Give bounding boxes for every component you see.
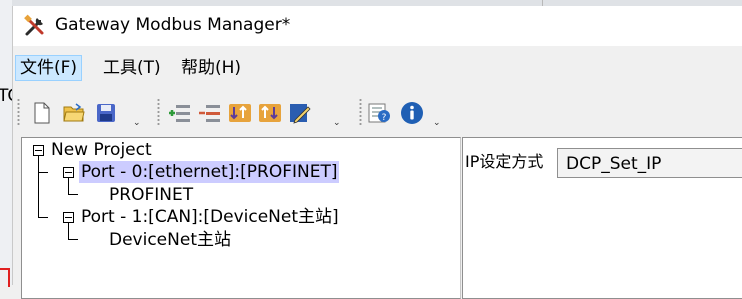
menu-tools[interactable]: 工具(T) [99,55,165,81]
edit-button[interactable] [287,100,313,126]
tree-connector [38,217,48,218]
menu-bar: 文件(F) 工具(T) 帮助(H) [13,55,742,83]
window-title: Gateway Modbus Manager* [55,15,291,35]
export-button[interactable] [257,100,283,126]
remove-port-icon [199,105,220,122]
about-button[interactable] [399,100,425,126]
tree-connector [68,178,69,195]
ip-mode-field[interactable]: DCP_Set_IP [557,148,742,178]
tree-item-port-1[interactable]: Port - 1:[CAN]:[DeviceNet主站] [81,206,339,228]
tree-item-project[interactable]: New Project [51,139,152,161]
import-icon [229,104,251,122]
help-icon: ? [368,103,390,123]
menu-help[interactable]: 帮助(H) [177,55,245,81]
toolbar-grip[interactable] [157,98,160,126]
tree-item-profinet[interactable]: PROFINET [109,184,193,206]
collapse-toggle-port-0[interactable] [63,167,74,178]
save-icon [97,104,115,122]
svg-text:?: ? [382,113,387,123]
toolbar-overflow-chevron[interactable]: ⌄ [333,118,341,128]
properties-pane: IP设定方式 DCP_Set_IP [462,137,742,299]
new-file-icon [34,102,50,124]
toolbar-grip[interactable] [17,98,20,126]
tree-connector [38,172,48,173]
toolbar-overflow-chevron[interactable]: ⌄ [133,118,141,128]
tree-connector [68,223,69,240]
main-window: Gateway Modbus Manager* 文件(F) 工具(T) 帮助(H… [12,6,742,299]
export-icon [259,104,281,122]
tree-item-devicenet-master[interactable]: DeviceNet主站 [109,229,231,251]
remove-port-button[interactable] [197,100,223,126]
add-port-icon [169,105,190,122]
add-port-button[interactable] [167,100,193,126]
edit-icon [290,104,311,124]
ip-mode-label: IP设定方式 [465,152,544,171]
title-bar[interactable]: Gateway Modbus Manager* [13,6,742,46]
open-file-button[interactable] [61,100,87,126]
tree-connector [68,239,78,240]
open-folder-icon [63,103,85,122]
background-red-marker [0,268,10,287]
help-toolbar: ? ⌄ [357,92,449,134]
app-tools-icon [24,14,44,36]
info-icon [401,102,423,124]
context-help-button[interactable]: ? [367,100,393,126]
collapse-toggle-port-1[interactable] [63,212,74,223]
file-toolbar: ⌄ [15,92,149,134]
toolbar-grip[interactable] [359,98,362,126]
project-tree-pane[interactable]: New Project Port - 0:[ethernet]:[PROFINE… [21,137,461,299]
new-file-button[interactable] [29,100,55,126]
save-button[interactable] [93,100,119,126]
menu-file[interactable]: 文件(F) [15,55,83,81]
import-button[interactable] [227,100,253,126]
toolbar-overflow-chevron[interactable]: ⌄ [433,118,441,128]
edit-toolbar: ⌄ [155,92,351,134]
tree-item-port-0[interactable]: Port - 0:[ethernet]:[PROFINET] [79,161,340,183]
collapse-toggle-root[interactable] [33,145,44,156]
tree-connector [68,194,78,195]
tree-connector [38,156,39,218]
